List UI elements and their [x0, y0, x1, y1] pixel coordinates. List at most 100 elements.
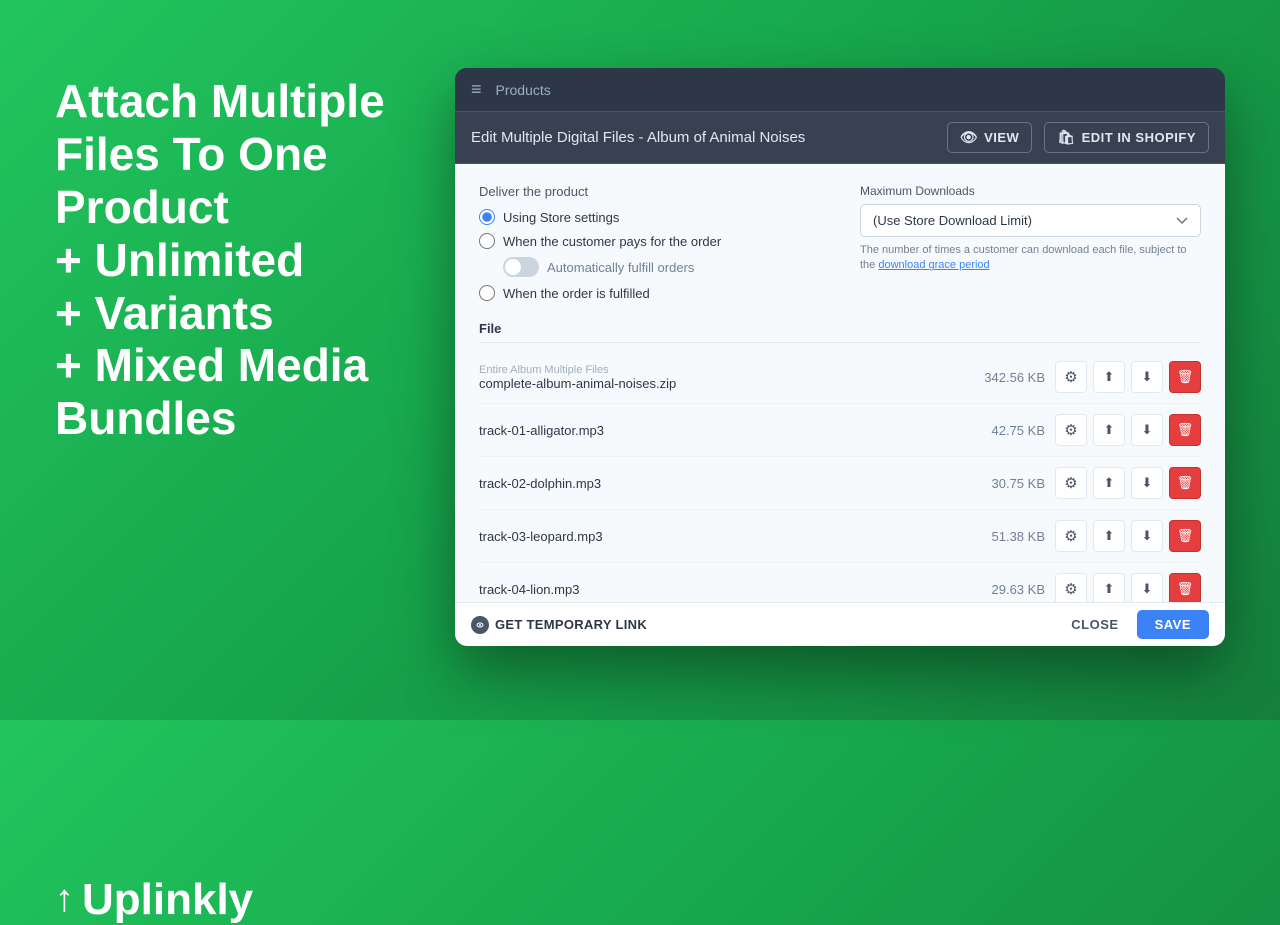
- table-row: Entire Album Multiple Files complete-alb…: [479, 351, 1201, 404]
- edit-shopify-button[interactable]: 🛍 EDIT IN SHOPIFY: [1044, 122, 1209, 153]
- max-downloads-select[interactable]: (Use Store Download Limit): [860, 204, 1201, 237]
- hero-line1: Attach Multiple: [55, 75, 385, 127]
- hero-line5: + Variants: [55, 287, 274, 339]
- download-button-1[interactable]: ⬇: [1131, 414, 1163, 446]
- trash-icon: 🗑: [1177, 475, 1194, 491]
- file-size-0: 342.56 KB: [965, 370, 1045, 385]
- radio-store-settings-input[interactable]: [479, 209, 495, 225]
- hero-line2: Files To One: [55, 128, 328, 180]
- delete-button-0[interactable]: 🗑: [1169, 361, 1201, 393]
- radio-order-fulfilled-label: When the order is fulfilled: [503, 286, 650, 301]
- delete-button-4[interactable]: 🗑: [1169, 573, 1201, 602]
- max-downloads-section: Maximum Downloads (Use Store Download Li…: [860, 184, 1201, 301]
- file-info-1: track-01-alligator.mp3: [479, 423, 955, 438]
- auto-fulfill-label: Automatically fulfill orders: [547, 260, 694, 275]
- brand-name: Uplinkly: [82, 875, 253, 925]
- delivery-options: Deliver the product Using Store settings…: [479, 184, 820, 301]
- edit-shopify-label: EDIT IN SHOPIFY: [1082, 130, 1196, 145]
- delivery-radio-group: Using Store settings When the customer p…: [479, 209, 820, 301]
- download-button-4[interactable]: ⬇: [1131, 573, 1163, 602]
- products-breadcrumb: Products: [496, 82, 551, 98]
- file-size-1: 42.75 KB: [965, 423, 1045, 438]
- file-name-2: track-02-dolphin.mp3: [479, 476, 955, 491]
- file-section-header: File: [479, 321, 1201, 343]
- download-button-2[interactable]: ⬇: [1131, 467, 1163, 499]
- file-name-4: track-04-lion.mp3: [479, 582, 955, 597]
- file-size-3: 51.38 KB: [965, 529, 1045, 544]
- settings-button-1[interactable]: ⚙: [1055, 414, 1087, 446]
- download-icon: ⬇: [1142, 422, 1153, 438]
- radio-customer-pays-label: When the customer pays for the order: [503, 234, 721, 249]
- file-info-2: track-02-dolphin.mp3: [479, 476, 955, 491]
- file-group-label-0: Entire Album Multiple Files: [479, 364, 955, 376]
- upload-button-0[interactable]: ⬆: [1093, 361, 1125, 393]
- file-info-4: track-04-lion.mp3: [479, 582, 955, 597]
- table-row: track-02-dolphin.mp3 30.75 KB ⚙ ⬆ ⬇ 🗑: [479, 457, 1201, 510]
- delete-button-1[interactable]: 🗑: [1169, 414, 1201, 446]
- settings-button-0[interactable]: ⚙: [1055, 361, 1087, 393]
- gear-icon: ⚙: [1064, 580, 1077, 598]
- file-actions-1: ⚙ ⬆ ⬇ 🗑: [1055, 414, 1201, 446]
- bottom-right-buttons: CLOSE SAVE: [1061, 610, 1209, 639]
- file-actions-2: ⚙ ⬆ ⬇ 🗑: [1055, 467, 1201, 499]
- auto-fulfill-toggle[interactable]: [503, 257, 539, 277]
- brand-arrow-icon: ↑: [55, 878, 74, 922]
- radio-store-settings[interactable]: Using Store settings: [479, 209, 820, 225]
- delete-button-3[interactable]: 🗑: [1169, 520, 1201, 552]
- upload-button-3[interactable]: ⬆: [1093, 520, 1125, 552]
- edit-title: Edit Multiple Digital Files - Album of A…: [471, 129, 935, 146]
- radio-order-fulfilled-input[interactable]: [479, 285, 495, 301]
- file-actions-0: ⚙ ⬆ ⬇ 🗑: [1055, 361, 1201, 393]
- bottom-bar: GET TEMPORARY LINK CLOSE SAVE: [455, 602, 1225, 646]
- save-button[interactable]: SAVE: [1137, 610, 1209, 639]
- top-bar: ≡ Products: [455, 68, 1225, 112]
- delete-button-2[interactable]: 🗑: [1169, 467, 1201, 499]
- radio-customer-pays-input[interactable]: [479, 233, 495, 249]
- shopify-icon: 🛍: [1057, 129, 1075, 146]
- upload-button-4[interactable]: ⬆: [1093, 573, 1125, 602]
- file-size-2: 30.75 KB: [965, 476, 1045, 491]
- trash-icon: 🗑: [1177, 528, 1194, 544]
- file-table: Entire Album Multiple Files complete-alb…: [479, 351, 1201, 602]
- view-label: VIEW: [984, 130, 1019, 145]
- radio-customer-pays[interactable]: When the customer pays for the order: [479, 233, 820, 249]
- hero-line4: + Unlimited: [55, 234, 304, 286]
- trash-icon: 🗑: [1177, 581, 1194, 597]
- download-button-3[interactable]: ⬇: [1131, 520, 1163, 552]
- gear-icon: ⚙: [1064, 421, 1077, 439]
- delivery-label: Deliver the product: [479, 184, 820, 199]
- view-button[interactable]: 👁 VIEW: [947, 122, 1033, 153]
- upload-button-1[interactable]: ⬆: [1093, 414, 1125, 446]
- trash-icon: 🗑: [1177, 422, 1194, 438]
- settings-button-4[interactable]: ⚙: [1055, 573, 1087, 602]
- close-button[interactable]: CLOSE: [1061, 610, 1128, 639]
- download-icon: ⬇: [1142, 475, 1153, 491]
- temp-link-icon: [471, 616, 489, 634]
- hero-text: Attach Multiple Files To One Product + U…: [55, 75, 465, 445]
- upload-icon: ⬆: [1104, 369, 1115, 385]
- upload-button-2[interactable]: ⬆: [1093, 467, 1125, 499]
- upload-icon: ⬆: [1104, 422, 1115, 438]
- file-size-4: 29.63 KB: [965, 582, 1045, 597]
- main-content: Deliver the product Using Store settings…: [455, 164, 1225, 602]
- radio-order-fulfilled[interactable]: When the order is fulfilled: [479, 285, 820, 301]
- upload-icon: ⬆: [1104, 581, 1115, 597]
- upload-icon: ⬆: [1104, 528, 1115, 544]
- settings-button-3[interactable]: ⚙: [1055, 520, 1087, 552]
- download-icon: ⬇: [1142, 528, 1153, 544]
- file-info-0: Entire Album Multiple Files complete-alb…: [479, 364, 955, 391]
- trash-icon: 🗑: [1177, 369, 1194, 385]
- max-downloads-note: The number of times a customer can downl…: [860, 243, 1201, 274]
- download-button-0[interactable]: ⬇: [1131, 361, 1163, 393]
- download-icon: ⬇: [1142, 581, 1153, 597]
- download-icon: ⬇: [1142, 369, 1153, 385]
- upload-icon: ⬆: [1104, 475, 1115, 491]
- get-temp-link-button[interactable]: GET TEMPORARY LINK: [471, 616, 647, 634]
- hero-line7: Bundles: [55, 392, 236, 444]
- settings-button-2[interactable]: ⚙: [1055, 467, 1087, 499]
- auto-fulfill-option: Automatically fulfill orders: [503, 257, 820, 277]
- download-grace-period-link[interactable]: download grace period: [878, 259, 989, 271]
- gear-icon: ⚙: [1064, 474, 1077, 492]
- file-section: File Entire Album Multiple Files complet…: [479, 321, 1201, 602]
- hamburger-icon[interactable]: ≡: [471, 79, 482, 100]
